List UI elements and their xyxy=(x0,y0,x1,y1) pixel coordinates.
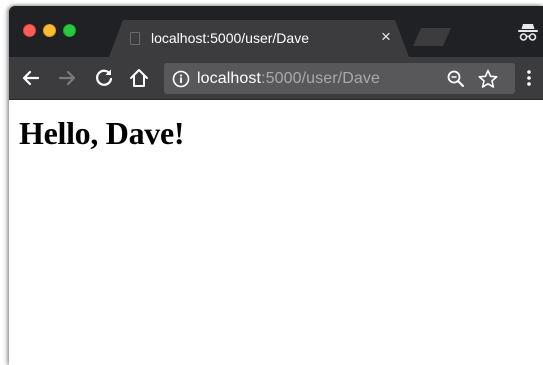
tab-strip: localhost:5000/user/Dave × xyxy=(9,6,543,57)
url-path: :5000/user/Dave xyxy=(261,70,380,87)
close-window-button[interactable] xyxy=(23,24,36,37)
browser-window: localhost:5000/user/Dave × localhost:500… xyxy=(9,6,543,365)
minimize-window-button[interactable] xyxy=(43,24,56,37)
page-favicon-icon xyxy=(130,32,140,45)
page-content: Hello, Dave! xyxy=(9,101,543,365)
tab-close-icon[interactable]: × xyxy=(377,28,395,46)
zoom-icon[interactable] xyxy=(446,69,466,89)
menu-kebab-icon[interactable] xyxy=(517,66,541,90)
info-icon[interactable] xyxy=(172,70,190,88)
incognito-icon xyxy=(518,24,538,41)
url-host: localhost xyxy=(197,70,262,87)
maximize-window-button[interactable] xyxy=(63,24,76,37)
tab-title: localhost:5000/user/Dave xyxy=(151,30,309,46)
url-text[interactable]: localhost:5000/user/Dave xyxy=(197,70,380,88)
tab-active[interactable]: localhost:5000/user/Dave × xyxy=(109,20,409,57)
reload-icon[interactable] xyxy=(92,66,116,90)
browser-toolbar: localhost:5000/user/Dave xyxy=(9,57,543,100)
back-arrow-icon[interactable] xyxy=(19,66,43,90)
home-icon[interactable] xyxy=(127,66,151,90)
page-heading: Hello, Dave! xyxy=(19,115,185,151)
bookmark-star-icon[interactable] xyxy=(477,68,499,90)
forward-arrow-icon[interactable] xyxy=(55,66,79,90)
new-tab-button[interactable] xyxy=(413,28,451,46)
address-bar[interactable]: localhost:5000/user/Dave xyxy=(164,63,515,94)
